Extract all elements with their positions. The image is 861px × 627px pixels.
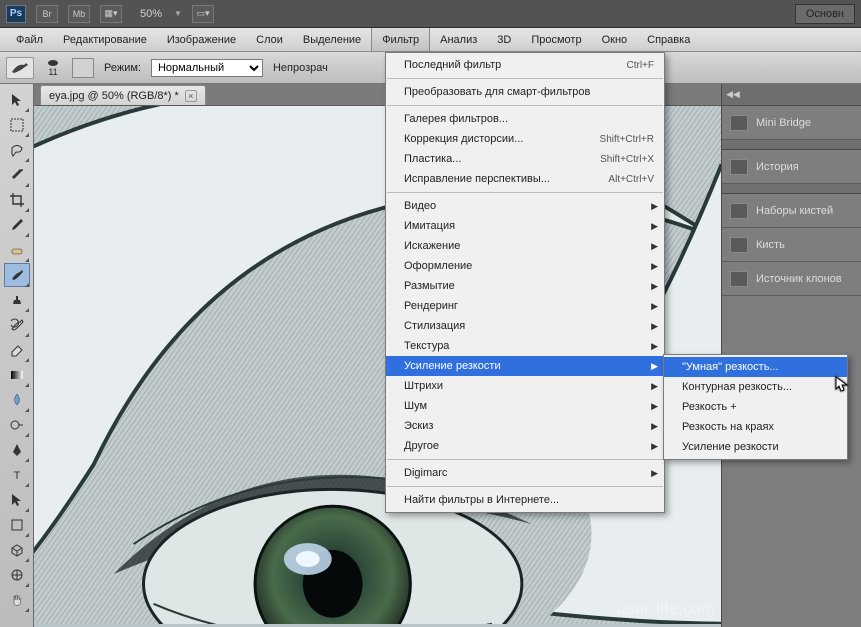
- blend-mode-label: Режим:: [104, 62, 141, 74]
- opacity-label: Непрозрач: [273, 62, 328, 74]
- app-title-bar: Ps Br Mb ▦▾ 50% ▼ ▭▾ Основн: [0, 0, 861, 28]
- menu-item-vanishing-point[interactable]: Исправление перспективы...Alt+Ctrl+V: [386, 169, 664, 189]
- menu-item-digimarc[interactable]: Digimarc▶: [386, 463, 664, 483]
- menu-layers[interactable]: Слои: [246, 28, 293, 51]
- submenu-item-unsharp-mask[interactable]: Контурная резкость...: [664, 377, 847, 397]
- menu-item-distort[interactable]: Искажение▶: [386, 236, 664, 256]
- menu-edit[interactable]: Редактирование: [53, 28, 157, 51]
- menu-3d[interactable]: 3D: [487, 28, 521, 51]
- brush-tool-preset-icon[interactable]: [6, 57, 34, 79]
- submenu-item-sharpen-more[interactable]: Резкость +: [664, 397, 847, 417]
- clone-source-panel-icon: [730, 271, 748, 287]
- menu-item-sharpen[interactable]: Усиление резкости▶: [386, 356, 664, 376]
- menu-item-noise[interactable]: Шум▶: [386, 396, 664, 416]
- menu-item-blur[interactable]: Размытие▶: [386, 276, 664, 296]
- panel-history[interactable]: История: [722, 150, 861, 184]
- menu-bar: Файл Редактирование Изображение Слои Выд…: [0, 28, 861, 52]
- menu-file[interactable]: Файл: [6, 28, 53, 51]
- menu-item-sketch[interactable]: Эскиз▶: [386, 416, 664, 436]
- menu-item-convert-smart[interactable]: Преобразовать для смарт-фильтров: [386, 82, 664, 102]
- history-panel-icon: [730, 159, 748, 175]
- chevron-down-icon[interactable]: ▼: [174, 9, 182, 18]
- menu-item-filter-gallery[interactable]: Галерея фильтров...: [386, 109, 664, 129]
- minibridge-panel-icon: [730, 115, 748, 131]
- arrange-docs-icon[interactable]: ▭▾: [192, 5, 214, 23]
- menu-analysis[interactable]: Анализ: [430, 28, 487, 51]
- zoom-level[interactable]: 50%: [140, 8, 162, 20]
- menu-filter[interactable]: Фильтр: [371, 28, 430, 51]
- sharpen-submenu: "Умная" резкость... Контурная резкость..…: [663, 354, 848, 460]
- svg-text:T: T: [13, 470, 20, 482]
- blend-mode-select[interactable]: Нормальный: [151, 59, 263, 77]
- menu-image[interactable]: Изображение: [157, 28, 246, 51]
- panel-collapse-button[interactable]: ◀◀: [722, 84, 861, 106]
- menu-item-texture[interactable]: Текстура▶: [386, 336, 664, 356]
- menu-help[interactable]: Справка: [637, 28, 700, 51]
- menu-item-artistic[interactable]: Имитация▶: [386, 216, 664, 236]
- submenu-item-sharpen[interactable]: Усиление резкости: [664, 437, 847, 457]
- brush-panel-icon: [730, 237, 748, 253]
- document-tab-title: eya.jpg @ 50% (RGB/8*) *: [49, 90, 179, 102]
- filter-menu-dropdown: Последний фильтрCtrl+F Преобразовать для…: [385, 52, 665, 513]
- workspace-switcher-button[interactable]: Основн: [795, 4, 855, 24]
- panel-mini-bridge[interactable]: Mini Bridge: [722, 106, 861, 140]
- submenu-item-smart-sharpen[interactable]: "Умная" резкость...: [664, 357, 847, 377]
- brush-panel-toggle-icon[interactable]: [72, 58, 94, 78]
- tool-palette: T: [0, 84, 34, 627]
- menu-item-brush-strokes[interactable]: Штрихи▶: [386, 376, 664, 396]
- panel-brush-presets[interactable]: Наборы кистей: [722, 194, 861, 228]
- close-tab-icon[interactable]: ×: [185, 90, 197, 102]
- bridge-icon[interactable]: Br: [36, 5, 58, 23]
- photoshop-logo: Ps: [6, 5, 26, 23]
- brush-presets-panel-icon: [730, 203, 748, 219]
- menu-select[interactable]: Выделение: [293, 28, 371, 51]
- menu-item-last-filter[interactable]: Последний фильтрCtrl+F: [386, 55, 664, 75]
- menu-item-other[interactable]: Другое▶: [386, 436, 664, 456]
- screen-mode-icon[interactable]: ▦▾: [100, 5, 122, 23]
- submenu-item-sharpen-edges[interactable]: Резкость на краях: [664, 417, 847, 437]
- brush-size-value: 11: [48, 68, 57, 77]
- menu-window[interactable]: Окно: [592, 28, 638, 51]
- panel-brush[interactable]: Кисть: [722, 228, 861, 262]
- minibridge-icon[interactable]: Mb: [68, 5, 90, 23]
- menu-item-stylize[interactable]: Стилизация▶: [386, 316, 664, 336]
- watermark-text: user-life.com: [617, 601, 715, 619]
- menu-item-browse-online[interactable]: Найти фильтры в Интернете...: [386, 490, 664, 510]
- menu-item-pixelate[interactable]: Оформление▶: [386, 256, 664, 276]
- brush-size-picker[interactable]: 11: [44, 58, 62, 77]
- menu-item-video[interactable]: Видео▶: [386, 196, 664, 216]
- menu-item-liquify[interactable]: Пластика...Shift+Ctrl+X: [386, 149, 664, 169]
- menu-view[interactable]: Просмотр: [521, 28, 591, 51]
- menu-item-render[interactable]: Рендеринг▶: [386, 296, 664, 316]
- document-tab[interactable]: eya.jpg @ 50% (RGB/8*) * ×: [40, 85, 206, 105]
- panel-clone-source[interactable]: Источник клонов: [722, 262, 861, 296]
- menu-item-lens-correction[interactable]: Коррекция дисторсии...Shift+Ctrl+R: [386, 129, 664, 149]
